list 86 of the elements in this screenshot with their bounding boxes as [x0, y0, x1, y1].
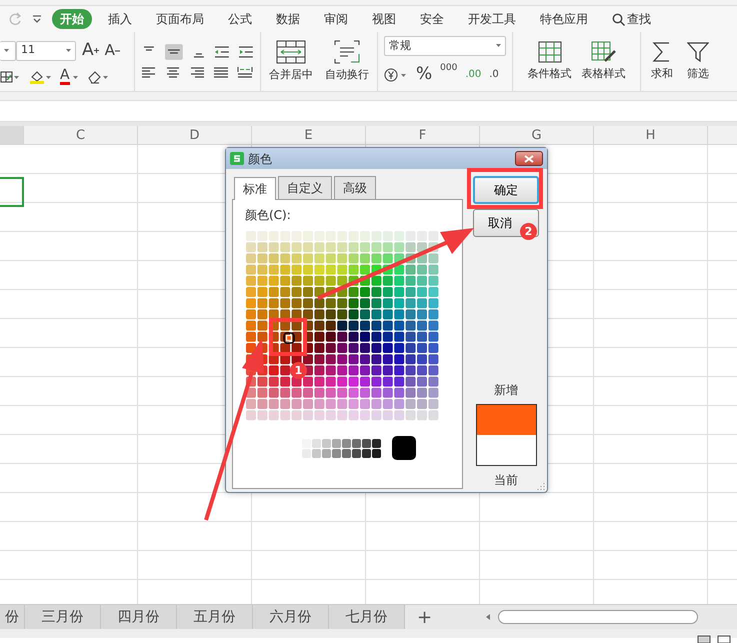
menu-tab[interactable]: 插入	[100, 9, 140, 29]
dialog-tab[interactable]: 标准	[234, 177, 276, 200]
menu-tab[interactable]: 安全	[412, 9, 452, 29]
selected-cell	[0, 177, 24, 207]
sheet-tab[interactable]: 三月份	[25, 605, 101, 629]
merge-center-button[interactable]: 合并居中	[265, 40, 317, 84]
fill-color-icon[interactable]	[29, 70, 51, 84]
column-header: G	[480, 126, 594, 144]
caret-icon	[66, 49, 71, 52]
menu-tab[interactable]: 公式	[220, 9, 260, 29]
selected-swatch-marker-icon	[283, 332, 295, 344]
column-header: C	[24, 126, 138, 144]
table-style-button[interactable]: 表格样式	[578, 40, 630, 82]
color-palette-drawing[interactable]	[246, 231, 440, 422]
increase-indent-icon[interactable]	[238, 44, 254, 58]
menu-tab[interactable]: 开发工具	[460, 9, 524, 29]
search-icon	[612, 13, 625, 26]
shade-swatches-drawing[interactable]	[302, 438, 382, 458]
sheet-tab[interactable]: 五月份	[177, 605, 253, 629]
menu-tab[interactable]: 审阅	[316, 9, 356, 29]
page-view-icon[interactable]	[717, 635, 731, 643]
align-middle-icon[interactable]	[164, 44, 183, 60]
column-header: D	[138, 126, 252, 144]
shrink-font-button[interactable]: A	[104, 39, 120, 62]
normal-view-icon[interactable]	[697, 635, 711, 643]
app-logo-icon	[230, 152, 244, 165]
scrollbar-thumb[interactable]	[498, 610, 698, 624]
column-header: E	[252, 126, 366, 144]
dropdown-icon[interactable]	[32, 14, 42, 24]
add-sheet-button[interactable]: +	[417, 605, 432, 629]
font-color-button[interactable]: A	[60, 69, 78, 86]
filter-button[interactable]: 筛选	[683, 40, 713, 82]
conditional-format-button[interactable]: 条件格式	[524, 40, 576, 82]
sheet-tab[interactable]: 六月份	[253, 605, 329, 629]
wrap-text-icon	[334, 40, 360, 64]
table-brush-icon	[590, 40, 616, 63]
font-size-select[interactable]: 11	[16, 40, 76, 60]
sheet-tab[interactable]: 份	[0, 605, 25, 629]
minus-icon	[114, 50, 120, 52]
sum-button[interactable]: 求和	[647, 40, 677, 82]
caret-icon	[496, 44, 501, 48]
dialog-button[interactable]: 确定	[473, 176, 539, 204]
column-header: F	[366, 126, 480, 144]
menu-tab[interactable]: 页面布局	[148, 9, 212, 29]
menu-tab[interactable]: 特色应用	[532, 9, 596, 29]
font-name-select[interactable]	[0, 40, 16, 60]
decrease-decimal-button[interactable]: .0	[489, 67, 499, 82]
wrap-text-button[interactable]: 自动换行	[321, 40, 373, 84]
sheet-tab[interactable]: 七月份	[329, 605, 405, 629]
border-icon[interactable]	[0, 71, 20, 84]
currency-icon[interactable]	[384, 68, 408, 82]
palette-label: 颜色(C):	[245, 207, 292, 224]
close-icon	[524, 154, 534, 162]
distributed-icon[interactable]	[237, 66, 253, 80]
column-header: H	[594, 126, 708, 144]
thousands-button[interactable]: 000	[440, 62, 458, 76]
dialog-tab[interactable]: 高级	[334, 176, 376, 199]
dialog-title: 颜色	[248, 150, 272, 168]
percent-button[interactable]: %	[416, 62, 432, 88]
merge-cells-icon	[276, 40, 306, 64]
grow-font-button[interactable]: A	[82, 38, 99, 64]
close-button[interactable]	[515, 151, 543, 166]
new-color-label: 新增	[494, 382, 518, 399]
caret-icon	[4, 49, 9, 52]
highlight-frame	[269, 318, 307, 356]
dialog-tab[interactable]: 自定义	[278, 176, 332, 199]
decrease-indent-icon[interactable]	[214, 44, 230, 58]
search-button[interactable]: 查找	[604, 9, 659, 29]
current-color-label: 当前	[494, 472, 518, 489]
sheet-tab[interactable]: 四月份	[101, 605, 177, 629]
menu-tab[interactable]: 数据	[268, 9, 308, 29]
large-swatch-icon[interactable]	[392, 436, 416, 460]
scroll-left-icon[interactable]	[484, 613, 492, 621]
conditional-grid-icon	[538, 40, 562, 63]
eraser-icon[interactable]	[86, 70, 109, 84]
resize-grip-icon	[537, 482, 545, 490]
align-left-icon[interactable]	[141, 66, 157, 80]
funnel-icon	[687, 40, 709, 63]
caret-icon	[72, 76, 78, 79]
menu-tab[interactable]: 视图	[364, 9, 404, 29]
plus-icon	[94, 48, 99, 53]
align-center-icon[interactable]	[165, 66, 181, 80]
align-right-icon[interactable]	[189, 66, 205, 80]
number-format-select[interactable]: 常规	[384, 36, 506, 56]
sigma-icon	[652, 40, 672, 63]
justify-icon[interactable]	[213, 66, 229, 80]
